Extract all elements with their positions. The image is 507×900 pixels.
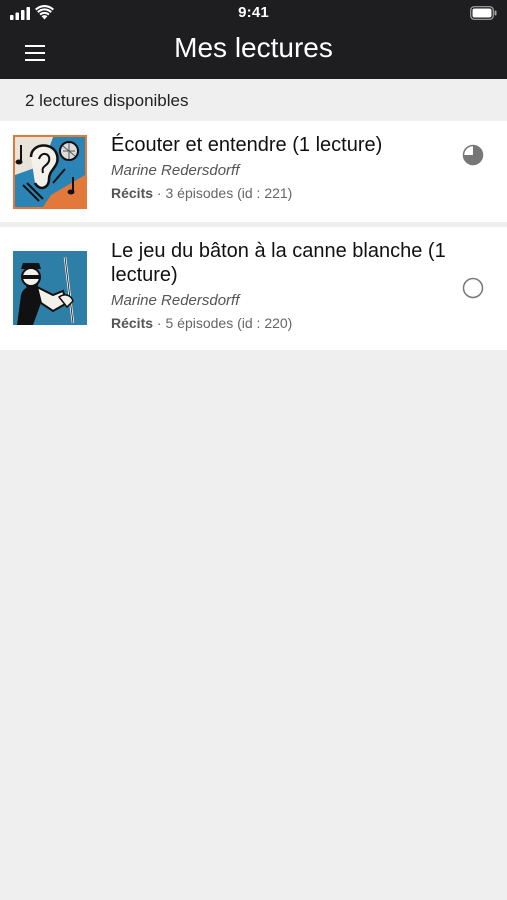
item-category: Récits	[111, 315, 154, 331]
list-item[interactable]: Le jeu du bâton à la canne blanche (1 le…	[0, 227, 507, 350]
list-item[interactable]: Écouter et entendre (1 lecture) Marine R…	[0, 121, 507, 222]
item-episodes: 5 épisodes (id : 220)	[165, 315, 293, 331]
item-author: Marine Redersdorff	[111, 162, 240, 179]
top-bar: 9:41 Mes lectures	[0, 0, 507, 79]
page-title: Mes lectures	[174, 32, 333, 63]
item-category: Récits	[111, 185, 154, 201]
meta-separator: ·	[156, 185, 162, 201]
item-title: Écouter et entendre (1 lecture)	[111, 134, 383, 156]
item-meta: Récits · 5 épisodes (id : 220)	[111, 315, 451, 331]
nav-bar: Mes lectures	[0, 28, 507, 79]
progress-empty-icon	[462, 277, 484, 299]
item-author: Marine Redersdorff	[111, 292, 240, 309]
status-time: 9:41	[238, 4, 269, 21]
ear-music-illustration-icon	[13, 135, 87, 209]
item-meta: Récits · 3 épisodes (id : 221)	[111, 185, 451, 201]
item-episodes: 3 épisodes (id : 221)	[165, 185, 293, 201]
meta-separator: ·	[156, 315, 162, 331]
readings-count: 2 lectures disponibles	[0, 79, 507, 121]
item-title: Le jeu du bâton à la canne blanche (1 le…	[111, 240, 446, 286]
progress-pie-icon	[462, 144, 484, 166]
status-bar: 9:41	[0, 0, 507, 28]
battery-icon	[470, 6, 497, 20]
man-with-white-cane-illustration-icon	[13, 251, 87, 325]
